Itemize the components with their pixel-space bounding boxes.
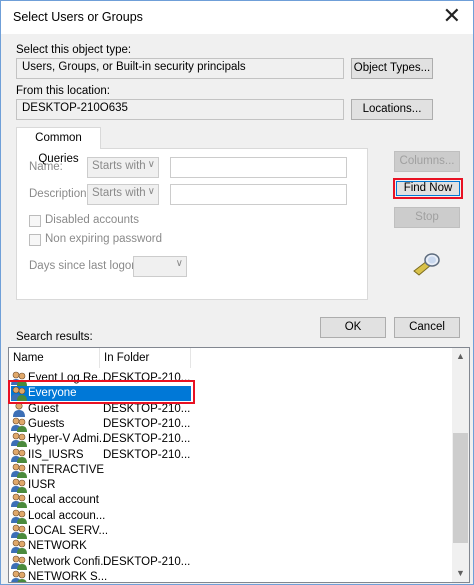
table-row[interactable]: Network Confi... DESKTOP-210... xyxy=(9,555,459,570)
row-name: NETWORK S... xyxy=(28,570,108,583)
object-types-button[interactable]: Object Types... xyxy=(351,58,433,79)
table-row[interactable]: IUSR xyxy=(9,478,459,494)
title-bar[interactable]: Select Users or Groups ✕ xyxy=(1,1,473,34)
name-input[interactable] xyxy=(170,157,347,178)
row-name: Local account xyxy=(28,494,99,507)
vertical-scrollbar[interactable]: ▲ ▼ xyxy=(452,348,469,582)
row-folder: DESKTOP-210... xyxy=(103,555,191,568)
columns-button[interactable]: Columns... xyxy=(394,151,460,172)
table-row[interactable]: Guests DESKTOP-210... xyxy=(9,417,459,432)
tab-common-queries[interactable]: Common Queries xyxy=(16,127,101,165)
find-now-button[interactable]: Find Now xyxy=(396,181,460,196)
table-row[interactable]: IIS_IUSRS DESKTOP-210... xyxy=(9,448,459,463)
group-icon xyxy=(11,478,27,494)
column-header-in-folder[interactable]: In Folder xyxy=(100,348,190,368)
table-row[interactable]: Hyper-V Admi... DESKTOP-210... xyxy=(9,432,459,448)
name-cell[interactable]: Local account xyxy=(11,493,191,509)
table-row[interactable]: INTERACTIVE xyxy=(9,463,459,478)
object-type-field: Users, Groups, or Built-in security prin… xyxy=(16,58,344,79)
group-icon xyxy=(11,539,27,555)
row-name: Guests xyxy=(28,417,65,430)
row-name: INTERACTIVE xyxy=(28,463,105,476)
row-name: IIS_IUSRS xyxy=(28,448,84,461)
group-icon xyxy=(11,463,27,478)
disabled-accounts-checkbox[interactable] xyxy=(29,215,41,227)
name-cell[interactable]: INTERACTIVE xyxy=(11,463,191,478)
location-label: From this location: xyxy=(16,85,110,97)
disabled-accounts-label: Disabled accounts xyxy=(45,214,139,226)
everyone-highlight xyxy=(8,380,195,404)
group-icon xyxy=(11,524,27,539)
scroll-down-icon[interactable]: ▼ xyxy=(452,565,469,582)
description-mode-value: Starts with xyxy=(92,187,146,199)
chevron-down-icon: ∨ xyxy=(147,159,155,170)
select-users-dialog: Select Users or Groups ✕ Select this obj… xyxy=(0,0,474,585)
description-input[interactable] xyxy=(170,184,347,205)
name-cell[interactable]: LOCAL SERV... xyxy=(11,524,191,539)
chevron-down-icon: ∨ xyxy=(147,186,155,197)
column-header-name[interactable]: Name xyxy=(9,348,99,368)
group-icon xyxy=(11,417,27,432)
row-name: NETWORK xyxy=(28,540,87,553)
object-type-label: Select this object type: xyxy=(16,44,132,56)
stop-button[interactable]: Stop xyxy=(394,207,460,228)
name-cell[interactable]: NETWORK S... xyxy=(11,570,191,583)
name-cell[interactable]: Local accoun... xyxy=(11,509,191,524)
table-row[interactable]: NETWORK xyxy=(9,539,459,555)
table-row[interactable]: NETWORK S... xyxy=(9,570,459,583)
scrollbar-thumb[interactable] xyxy=(453,433,468,543)
name-cell[interactable]: NETWORK xyxy=(11,539,191,555)
common-queries-panel: Name: Starts with ∨ Description: Starts … xyxy=(16,148,368,300)
search-results-label: Search results: xyxy=(16,331,93,343)
non-expiring-label: Non expiring password xyxy=(45,233,162,245)
cancel-button[interactable]: Cancel xyxy=(394,317,460,338)
name-mode-select[interactable]: Starts with ∨ xyxy=(87,157,159,178)
location-field: DESKTOP-210O635 xyxy=(16,99,344,120)
dialog-title: Select Users or Groups xyxy=(13,10,143,24)
group-icon xyxy=(11,432,27,448)
row-name: Hyper-V Admi... xyxy=(28,433,109,446)
chevron-down-icon: ∨ xyxy=(175,258,183,269)
table-row[interactable]: LOCAL SERV... xyxy=(9,524,459,539)
group-icon xyxy=(11,570,27,582)
name-cell[interactable]: IUSR xyxy=(11,478,191,494)
locations-button[interactable]: Locations... xyxy=(351,99,433,120)
search-flashlight-icon xyxy=(413,253,440,276)
group-icon xyxy=(11,493,27,509)
column-divider[interactable] xyxy=(190,348,191,368)
row-name: Local accoun... xyxy=(28,509,106,522)
row-name: LOCAL SERV... xyxy=(28,525,109,537)
table-row[interactable]: Local account xyxy=(9,493,459,509)
group-icon xyxy=(11,509,27,524)
row-folder: DESKTOP-210... xyxy=(103,448,191,461)
ok-button[interactable]: OK xyxy=(320,317,386,338)
description-label: Description: xyxy=(29,188,90,200)
name-mode-value: Starts with xyxy=(92,160,146,172)
group-icon xyxy=(11,448,27,463)
row-folder: DESKTOP-210... xyxy=(103,417,191,430)
days-since-logon-select[interactable]: ∨ xyxy=(133,256,187,277)
row-name: IUSR xyxy=(28,479,56,492)
table-row[interactable]: Local accoun... xyxy=(9,509,459,524)
group-icon xyxy=(11,555,27,570)
row-name: Network Confi... xyxy=(28,555,110,568)
scroll-up-icon[interactable]: ▲ xyxy=(452,348,469,365)
close-icon[interactable]: ✕ xyxy=(443,5,461,27)
days-since-logon-label: Days since last logon: xyxy=(29,260,141,272)
non-expiring-checkbox[interactable] xyxy=(29,234,41,246)
description-mode-select[interactable]: Starts with ∨ xyxy=(87,184,159,205)
row-folder: DESKTOP-210... xyxy=(103,433,191,446)
